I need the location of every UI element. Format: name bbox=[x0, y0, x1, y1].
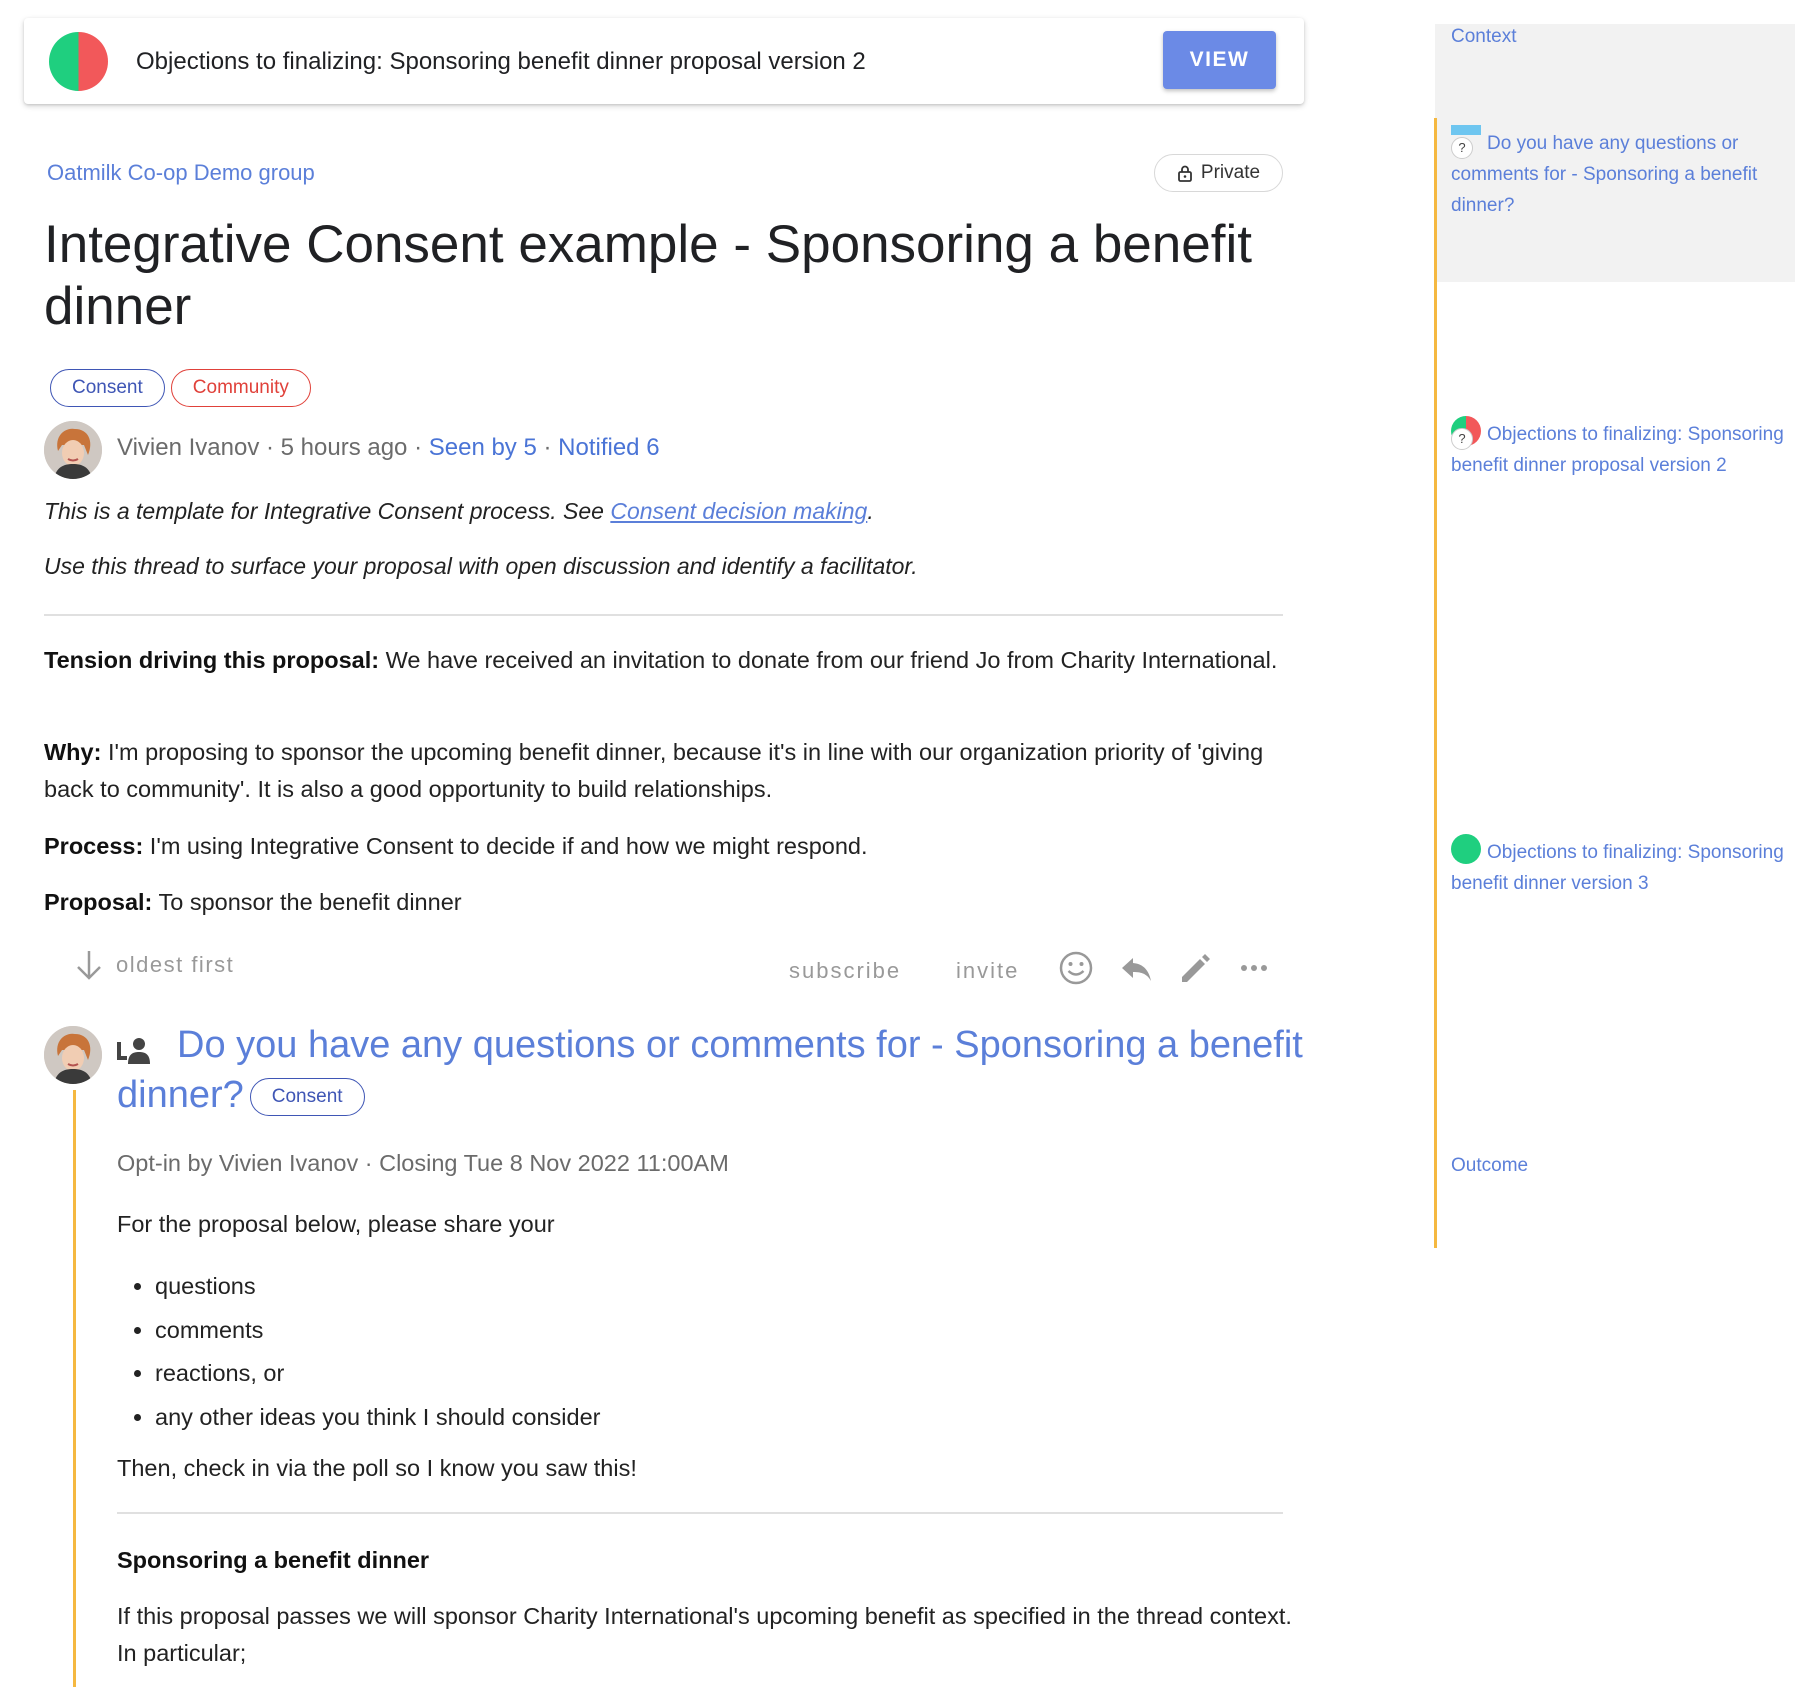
sidebar-item-label: Do you have any questions or comments fo… bbox=[1451, 133, 1758, 216]
poll-bullets: questions comments reactions, or any oth… bbox=[117, 1265, 600, 1439]
poll-lead: For the proposal below, please share you… bbox=[117, 1211, 555, 1237]
edit-pencil-icon[interactable] bbox=[1177, 950, 1213, 986]
author-line: Vivien Ivanov · 5 hours ago · Seen by 5 … bbox=[117, 434, 660, 462]
subscribe-button[interactable]: subscribe bbox=[789, 958, 901, 984]
avatar-image bbox=[44, 1026, 102, 1084]
intro-line-2: Use this thread to surface your proposal… bbox=[44, 553, 918, 579]
poll-tag-consent[interactable]: Consent bbox=[249, 1077, 365, 1116]
tension-text: We have received an invitation to donate… bbox=[379, 647, 1278, 673]
why-paragraph: Why: I'm proposing to sponsor the upcomi… bbox=[44, 734, 1294, 808]
poll-title[interactable]: Do you have any questions or comments fo… bbox=[117, 1020, 1307, 1120]
proposal-section-text: If this proposal passes we will sponsor … bbox=[117, 1603, 1292, 1666]
consent-decision-link[interactable]: Consent decision making bbox=[610, 498, 867, 524]
list-item: any other ideas you think I should consi… bbox=[155, 1396, 600, 1440]
question-icon: ? bbox=[1451, 137, 1473, 159]
divider bbox=[117, 1512, 1283, 1514]
proposal-paragraph: Proposal: To sponsor the benefit dinner bbox=[44, 884, 1294, 921]
sidebar-item-context[interactable]: Context bbox=[1451, 26, 1516, 48]
poll-meta: Opt-in by Vivien Ivanov · Closing Tue 8 … bbox=[117, 1150, 729, 1176]
sidebar-timeline-line bbox=[1434, 118, 1437, 1248]
green-circle-icon bbox=[1451, 834, 1481, 864]
proposal-label: Proposal: bbox=[44, 889, 153, 915]
intro-punctuation: . bbox=[867, 498, 874, 524]
reply-icon[interactable] bbox=[1118, 950, 1154, 986]
divider bbox=[44, 614, 1283, 616]
tag-consent[interactable]: Consent bbox=[50, 369, 165, 407]
group-link[interactable]: Oatmilk Co-op Demo group bbox=[47, 160, 315, 186]
list-item: questions bbox=[155, 1265, 600, 1309]
separator: · bbox=[259, 434, 281, 461]
avatar-image bbox=[44, 421, 102, 479]
posted-time: 5 hours ago bbox=[280, 434, 408, 461]
question-icon: ? bbox=[1451, 428, 1473, 450]
proposal-section-title: Sponsoring a benefit dinner bbox=[117, 1547, 430, 1573]
thread-line bbox=[73, 1090, 76, 1687]
poll-result-pie-icon bbox=[49, 32, 108, 91]
list-item: reactions, or bbox=[155, 1352, 600, 1396]
poll-result-icon bbox=[1451, 834, 1481, 864]
sidebar-item-outcome[interactable]: Outcome bbox=[1451, 1155, 1528, 1177]
process-text: I'm using Integrative Consent to decide … bbox=[143, 833, 868, 859]
outcome-banner: Objections to finalizing: Sponsoring ben… bbox=[24, 18, 1304, 104]
more-options-icon[interactable] bbox=[1236, 950, 1272, 986]
sidebar-item-label: Objections to finalizing: Sponsoring ben… bbox=[1451, 842, 1784, 894]
process-paragraph: Process: I'm using Integrative Consent t… bbox=[44, 828, 1294, 865]
banner-text: Objections to finalizing: Sponsoring ben… bbox=[136, 48, 866, 75]
privacy-label: Private bbox=[1200, 162, 1261, 183]
tension-label: Tension driving this proposal: bbox=[44, 647, 380, 673]
intro-line-1: This is a template for Integrative Conse… bbox=[44, 498, 874, 525]
sidebar-item-label: Objections to finalizing: Sponsoring ben… bbox=[1451, 424, 1784, 476]
emoji-reaction-icon[interactable] bbox=[1058, 950, 1094, 986]
why-label: Why: bbox=[44, 739, 102, 765]
tag-list: Consent Community bbox=[50, 369, 311, 407]
proposal-text: To sponsor the benefit dinner bbox=[152, 889, 462, 915]
sort-toggle[interactable]: oldest first bbox=[74, 948, 234, 982]
tag-community[interactable]: Community bbox=[170, 369, 311, 407]
author-avatar[interactable] bbox=[44, 421, 102, 479]
why-text: I'm proposing to sponsor the upcoming be… bbox=[44, 739, 1264, 802]
poll-checkin: Then, check in via the poll so I know yo… bbox=[117, 1455, 637, 1481]
list-item: comments bbox=[155, 1309, 600, 1353]
arrow-down-icon bbox=[77, 951, 101, 980]
poll-author-avatar[interactable] bbox=[44, 1026, 102, 1084]
separator: · bbox=[407, 434, 429, 461]
separator: · bbox=[536, 434, 559, 461]
process-label: Process: bbox=[44, 833, 144, 859]
lock-icon bbox=[1178, 165, 1192, 182]
sidebar-item-objections-v3[interactable]: Objections to finalizing: Sponsoring ben… bbox=[1451, 834, 1791, 899]
author-name[interactable]: Vivien Ivanov bbox=[117, 434, 259, 461]
tension-paragraph: Tension driving this proposal: We have r… bbox=[44, 642, 1294, 679]
progress-bar-icon bbox=[1451, 125, 1481, 135]
intro-text: This is a template for Integrative Conse… bbox=[44, 498, 611, 524]
seen-by-link[interactable]: Seen by 5 bbox=[429, 434, 537, 461]
sort-label: oldest first bbox=[116, 952, 235, 977]
invite-button[interactable]: invite bbox=[956, 958, 1019, 984]
poll-progress-icon: ? bbox=[1451, 125, 1481, 159]
sidebar-item-objections-v2[interactable]: ? Objections to finalizing: Sponsoring b… bbox=[1451, 416, 1791, 481]
privacy-chip[interactable]: Private bbox=[1154, 154, 1283, 192]
page-title: Integrative Consent example - Sponsoring… bbox=[44, 215, 1252, 336]
view-button[interactable]: VIEW bbox=[1163, 31, 1276, 89]
notified-link[interactable]: Notified 6 bbox=[558, 434, 659, 461]
sidebar-item-poll-questions[interactable]: ? Do you have any questions or comments … bbox=[1451, 125, 1791, 221]
poll-pie-icon: ? bbox=[1451, 416, 1481, 450]
thread-actions: oldest first subscribe invite bbox=[0, 948, 1300, 992]
